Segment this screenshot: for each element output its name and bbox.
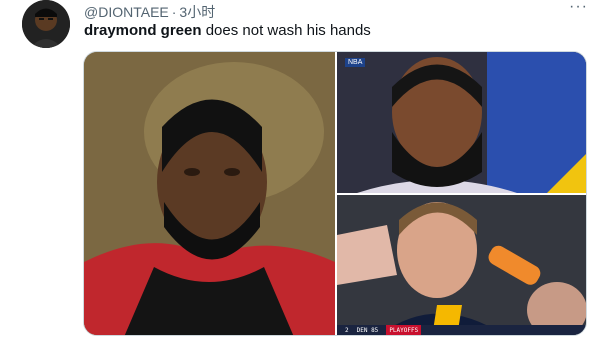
author-avatar[interactable] [22, 0, 70, 48]
tweet-text-bold: draymond green [84, 22, 202, 39]
tweet-header: @DIONTAEE · 3小时 [84, 2, 215, 22]
photo-1-image [84, 52, 335, 335]
photo-2[interactable]: NBA [337, 52, 586, 193]
photo-1[interactable] [84, 52, 335, 335]
photo-3-image [337, 195, 586, 335]
network-logo: NBA [345, 58, 366, 67]
tweet-timestamp[interactable]: 3小时 [179, 4, 215, 20]
author-handle[interactable]: @DIONTAEE [84, 4, 169, 20]
tweet-text: draymond green does not wash his hands [84, 22, 371, 39]
media-grid: NBA 2 DEN 85 PLAYOFFS [83, 51, 587, 336]
scorebar-playoffs: PLAYOFFS [386, 325, 422, 335]
photo-3[interactable]: 2 DEN 85 PLAYOFFS [337, 195, 586, 335]
ellipsis-icon[interactable]: ··· [569, 0, 588, 16]
dot-separator: · [171, 4, 177, 20]
scorebar-home: 2 [345, 327, 349, 334]
avatar-image [22, 0, 70, 48]
tweet[interactable]: @DIONTAEE · 3小时 ··· draymond green does no… [0, 0, 595, 346]
tweet-text-rest: does not wash his hands [201, 22, 371, 39]
game-scorebar: 2 DEN 85 PLAYOFFS [337, 325, 586, 335]
scorebar-score: DEN 85 [356, 327, 379, 334]
photo-2-image [337, 52, 586, 193]
